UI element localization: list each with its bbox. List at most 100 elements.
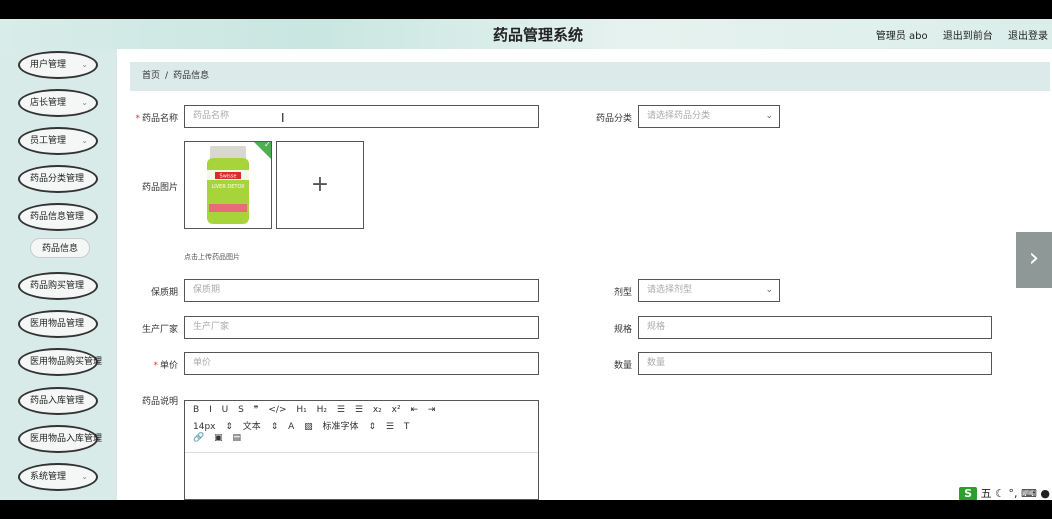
sort-icon: ⇕ [225,422,233,432]
sidebar-item-medical-supplies-purchase[interactable]: 医用物品购买管理 [18,348,102,376]
sidebar-item-label: 员工管理 [30,136,67,146]
app-window: 药品管理系统 管理员 abo 退出到前台 退出登录 用户管理 ⌄ 店长管理 ⌄ … [0,19,1052,500]
punctuation-icon[interactable]: °, [1009,487,1018,500]
sidebar-item-staff[interactable]: 员工管理 ⌄ [18,127,98,155]
sidebar-subitem-drug-info[interactable]: 药品信息 [30,238,90,258]
outdent-button[interactable]: ⇤ [410,405,418,415]
back-to-front-link[interactable]: 退出到前台 [943,31,993,42]
sidebar-item-label: 医用物品管理 [30,319,85,329]
bullet-list-button[interactable]: ☰ [355,405,363,415]
shelf-life-label: 保质期 [150,288,178,298]
quantity-input[interactable]: 数量 [638,352,992,375]
manufacturer-input[interactable]: 生产厂家 [184,316,539,339]
strikethrough-button[interactable]: S [238,405,244,415]
clear-format-icon[interactable]: T [404,422,410,432]
sort-icon: ⇕ [368,422,376,432]
chevron-down-icon: ⌄ [81,98,88,107]
chevron-down-icon: ⌄ [81,136,88,145]
upload-add-button[interactable]: + [276,141,364,229]
chevron-down-icon: ⌄ [765,285,773,295]
product-bottle-image: Swisse LIVER DETOX [185,142,271,228]
sidebar-item-drug-categories[interactable]: 药品分类管理 [18,165,98,193]
sidebar-item-drug-info[interactable]: 药品信息管理 [18,203,98,231]
current-user: 管理员 abo [875,31,928,42]
drug-image-label: 药品图片 [141,183,178,193]
drug-name-input[interactable]: 药品名称 I [184,105,539,128]
dosage-form-label: 剂型 [613,288,632,298]
rich-text-editor: B I U S ❞ </> H₁ H₂ ☰ ☰ x₂ x² ⇤ ⇥ 14px ⇕… [184,400,539,500]
sidebar-item-system[interactable]: 系统管理 ⌄ [18,463,98,491]
logout-link[interactable]: 退出登录 [1008,31,1048,42]
italic-button[interactable]: I [209,405,212,415]
text-cursor-icon: I [281,111,285,125]
sidebar-item-label: 药品分类管理 [30,174,85,184]
background-color-icon[interactable]: ▧ [304,422,313,432]
quantity-label: 数量 [613,361,632,371]
sidebar-item-label: 系统管理 [30,472,67,482]
header-format-select[interactable]: 文本 [243,419,261,432]
sidebar-item-drug-purchase[interactable]: 药品购买管理 [18,272,98,300]
sogou-ime-icon[interactable]: S [959,487,978,500]
font-size-select[interactable]: 14px [193,422,216,432]
image-icon[interactable]: ▣ [214,433,223,443]
uploaded-image-thumbnail[interactable]: Swisse LIVER DETOX ✓ [184,141,272,229]
indent-button[interactable]: ⇥ [428,405,436,415]
font-family-select[interactable]: 标准字体 [323,419,359,432]
product-brand: Swisse [220,174,237,180]
font-color-icon[interactable]: A [288,422,294,432]
code-block-button[interactable]: </> [268,405,286,415]
video-icon[interactable]: ▤ [232,433,241,443]
breadcrumb-home[interactable]: 首页 [142,71,160,81]
user-icon[interactable]: ● [1040,487,1050,500]
breadcrumb: 首页 / 药品信息 [130,62,1050,91]
sidebar-item-label: 医用物品入库管理 [30,434,103,444]
sidebar-item-medical-supplies-stock-in[interactable]: 医用物品入库管理 [18,425,102,453]
sidebar-item-label: 药品购买管理 [30,281,85,291]
ime-mode[interactable]: 五 [981,487,992,500]
underline-button[interactable]: U [222,405,229,415]
drug-category-label: 药品分类 [595,114,632,124]
spec-label: 规格 [613,325,632,335]
h1-button[interactable]: H₁ [296,405,306,415]
drug-name-label: * 药品名称 [135,114,178,124]
moon-icon[interactable]: ☾ [995,487,1005,500]
product-name: LIVER DETOX [211,184,245,190]
breadcrumb-current: 药品信息 [173,71,210,81]
bold-button[interactable]: B [193,405,199,415]
sidebar-item-drug-stock-in[interactable]: 药品入库管理 [18,387,98,415]
sidebar-item-label: 用户管理 [30,60,67,70]
align-icon[interactable]: ☰ [386,422,394,432]
upload-hint: 点击上传药品图片 [184,253,240,261]
next-slide-arrow-icon[interactable]: › [1016,232,1052,288]
spec-input[interactable]: 规格 [638,316,992,339]
keyboard-icon[interactable]: ⌨ [1021,487,1037,500]
sidebar-item-label: 药品入库管理 [30,396,85,406]
drug-category-select[interactable]: 请选择药品分类 ⌄ [638,105,780,128]
h2-button[interactable]: H₂ [317,405,327,415]
chevron-down-icon: ⌄ [81,60,88,69]
sidebar-item-label: 店长管理 [30,98,67,108]
sidebar-item-store-managers[interactable]: 店长管理 ⌄ [18,89,98,117]
dosage-form-select[interactable]: 请选择剂型 ⌄ [638,279,780,302]
breadcrumb-separator: / [165,71,169,81]
ordered-list-button[interactable]: ☰ [337,405,345,415]
chevron-down-icon: ⌄ [81,472,88,481]
manufacturer-label: 生产厂家 [141,325,178,335]
unit-price-input[interactable]: 单价 [184,352,539,375]
sidebar-item-users[interactable]: 用户管理 ⌄ [18,51,98,79]
superscript-button[interactable]: x² [392,405,401,415]
link-icon[interactable]: 🔗 [193,433,204,443]
blockquote-button[interactable]: ❞ [254,405,259,415]
chevron-down-icon: ⌄ [765,111,773,121]
editor-toolbar: B I U S ❞ </> H₁ H₂ ☰ ☰ x₂ x² ⇤ ⇥ 14px ⇕… [185,401,538,453]
ime-tray: S 五 ☾ °, ⌨ ● [959,485,1050,500]
sidebar-item-label: 医用物品购买管理 [30,357,103,367]
required-mark: * [153,361,158,371]
subscript-button[interactable]: x₂ [373,405,382,415]
sidebar-item-medical-supplies[interactable]: 医用物品管理 [18,310,98,338]
bottom-black-bar [0,500,1052,519]
shelf-life-input[interactable]: 保质期 [184,279,539,302]
top-header: 药品管理系统 管理员 abo 退出到前台 退出登录 [0,19,1052,49]
sidebar-item-label: 药品信息管理 [30,212,85,222]
required-mark: * [135,114,140,124]
